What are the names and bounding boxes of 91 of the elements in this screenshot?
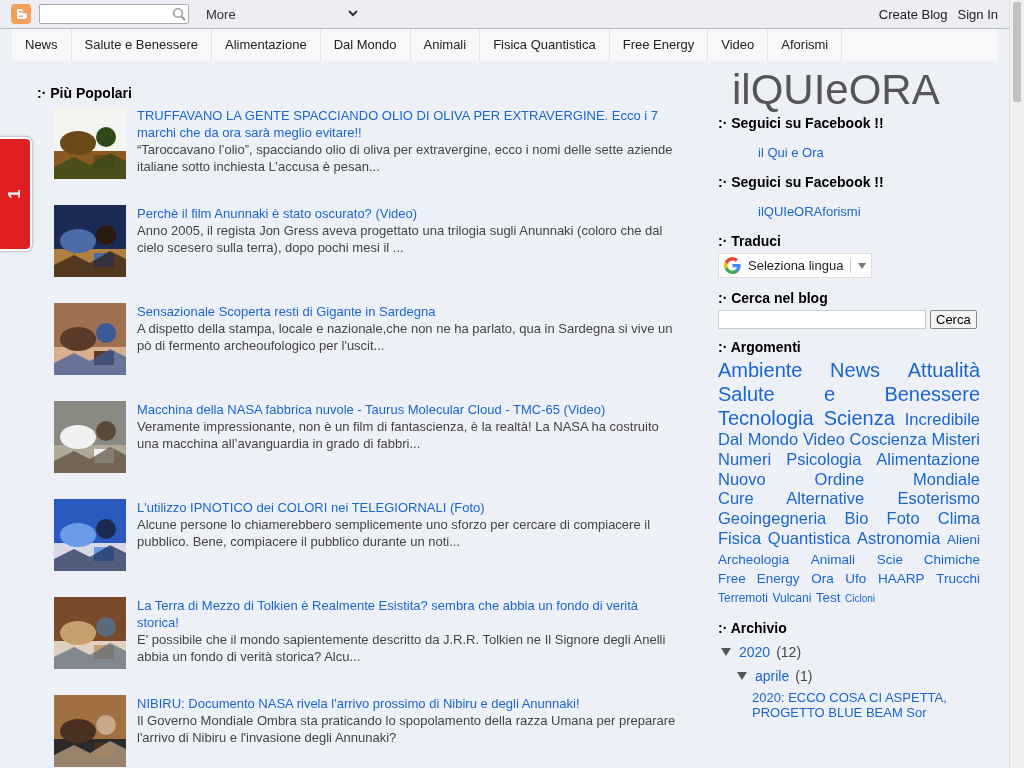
facebook-link[interactable]: ilQUIeORAforismi	[718, 204, 980, 219]
label-link[interactable]: Dal Mondo	[718, 430, 799, 448]
label-link[interactable]: Fisica Quantistica	[718, 529, 851, 547]
label-link[interactable]: Ora	[811, 570, 834, 586]
post-title-link[interactable]: NIBIRU: Documento NASA rivela l'arrivo prossimo di Nibiru e degli Anunnaki!	[137, 695, 683, 712]
post-title-link[interactable]: Macchina della NASA fabbrica nuvole - Taurus Molecular Cloud - TMC-65 (Video)	[137, 401, 683, 418]
label-link[interactable]: Alimentazione	[876, 449, 980, 468]
side-share-tab[interactable]: 1	[0, 137, 32, 251]
post-snippet: “Taroccavano l’olio”, spacciando olio di oliva per extravergine, ecco i nomi delle sette aziende italiane sotto inchiesta L’accusa è pesan...	[137, 141, 674, 175]
menu-tab[interactable]: Salute e Benessere	[71, 29, 212, 61]
label-link[interactable]: Coscienza	[849, 430, 927, 448]
navbar-link[interactable]: Create Blog	[878, 6, 948, 22]
widget-heading: :· Argomenti	[718, 339, 802, 355]
label-link[interactable]: Terremoti	[718, 591, 768, 606]
search-button[interactable]: Cerca	[930, 310, 977, 329]
menu-tab[interactable]: Aforismi	[768, 29, 843, 61]
menu-tab[interactable]: Alimentazione	[212, 29, 321, 61]
widget-heading: :· Traduci	[718, 233, 782, 249]
label-link[interactable]: Geoingegneria	[718, 509, 827, 528]
label-link[interactable]: HAARP	[878, 570, 925, 586]
post-snippet: A dispetto della stampa, locale e nazionale,che non ne ha parlato, qua in Sardegna si vive un pò di fermento archeoufologico per l'uscit...	[137, 320, 674, 354]
post-count: (1)	[795, 668, 813, 685]
scrollbar-thumb[interactable]	[1013, 2, 1021, 102]
language-select[interactable]: Seleziona lingua	[718, 253, 873, 278]
label-link[interactable]: Archeologia	[718, 551, 790, 567]
label-link[interactable]: Scie Chimiche	[876, 551, 980, 567]
google-g-icon	[724, 257, 741, 274]
menu-tab[interactable]: Animali	[410, 29, 481, 61]
post-snippet: Il Governo Mondiale Ombra sta praticando lo spopolamento della razza Umana per preparare l'arrivo di Nibiru e l'invasione degli Annunaki?	[137, 712, 677, 746]
search-field[interactable]	[39, 4, 189, 24]
chevron-down-icon[interactable]	[347, 10, 358, 18]
post-snippet: Alcune persone lo chiamerebbero semplicemente uno sforzo per cercare di compiacere il pubblico. Bene, compiacere il pubblico durante un noti...	[137, 516, 652, 550]
menu-tab[interactable]: News	[12, 29, 72, 61]
label-link[interactable]: Ufo	[845, 570, 867, 586]
scrollbar[interactable]	[1009, 0, 1024, 768]
post-title-link[interactable]: Sensazionale Scoperta resti di Gigante in Sardegna	[137, 303, 683, 320]
label-link[interactable]: Cure Alternative	[718, 489, 865, 508]
blogger-logo-icon[interactable]	[11, 4, 31, 24]
label-link[interactable]: Test	[815, 590, 841, 606]
widget-heading: :· Cerca nel blog	[718, 290, 829, 306]
post-snippet: E' possibile che il mondo sapientemente descritto da J.R.R. Tolkien ne Il Signore degli Anelli abbia un fondo di verità storica? Alcu...	[137, 631, 667, 665]
label-link[interactable]: Astronomia	[856, 529, 941, 547]
toggle-arrow-icon[interactable]	[737, 671, 747, 682]
archive-post-link[interactable]: 2020: ECCO COSA CI ASPETTA, PROGETTO BLUE BEAM Sor	[718, 690, 980, 721]
label-link[interactable]: Numeri	[718, 449, 772, 468]
section-heading: :· Più Popolari	[37, 85, 133, 101]
search-input[interactable]	[718, 310, 926, 329]
post-title-link[interactable]: L'utilizzo IPNOTICO dei COLORI nei TELEGIORNALI (Foto)	[137, 499, 683, 516]
widget-heading: :· Archivio	[718, 620, 788, 637]
label-link[interactable]: Nuovo Ordine Mondiale	[718, 469, 980, 488]
label-link[interactable]: Free Energy	[718, 570, 800, 586]
archive-year-link[interactable]: 2020	[739, 644, 771, 661]
post-title-link[interactable]: TRUFFAVANO LA GENTE SPACCIANDO OLIO DI OLIVA PER EXTRAVERGINE. Ecco i 7 marchi che da ora sarà meglio evitare!!	[137, 107, 683, 141]
label-link[interactable]: Ambiente	[718, 359, 803, 381]
label-link[interactable]: Clima	[937, 509, 980, 528]
toggle-arrow-icon[interactable]	[721, 647, 731, 658]
post-snippet: Veramente impressionante, non è un film di fantascienza, è la realtà! La NASA ha costruito una macchina all’avanguardia in grado di fabbri...	[137, 418, 660, 452]
blog-title[interactable]: ilQUIeORA	[718, 65, 980, 115]
label-link[interactable]: Incredibile	[904, 410, 980, 428]
post-title-link[interactable]: La Terra di Mezzo di Tolkien è Realmente Esistita? sembra che abbia un fondo di verità storica!	[137, 597, 683, 631]
menu-tab[interactable]: Fisica Quantistica	[480, 29, 610, 61]
menu-tab[interactable]: Free Energy	[609, 29, 709, 61]
search-icon[interactable]	[172, 7, 186, 21]
dropdown-arrow-icon	[858, 262, 867, 269]
label-link[interactable]: Salute e Benessere	[718, 383, 980, 405]
post-count: (12)	[776, 644, 802, 661]
navbar-link[interactable]: Sign In	[957, 6, 998, 22]
label-link[interactable]: Scienza	[823, 407, 895, 429]
label-link[interactable]: Alieni	[946, 532, 980, 547]
label-link[interactable]: News	[830, 359, 881, 381]
archive-month-link[interactable]: aprile	[755, 668, 790, 685]
widget-heading: :· Seguici su Facebook !!	[718, 115, 885, 131]
menu-tab[interactable]: Dal Mondo	[320, 29, 411, 61]
widget-heading: :· Seguici su Facebook !!	[718, 174, 885, 190]
label-link[interactable]: Foto	[886, 509, 920, 528]
label-link[interactable]: Vulcani	[772, 591, 812, 606]
label-link[interactable]: Trucchi	[936, 570, 980, 586]
post-title-link[interactable]: Perchè il film Anunnaki è stato oscurato? (Video)	[137, 205, 683, 222]
label-link[interactable]: Misteri	[931, 430, 980, 448]
label-link[interactable]: Attualità	[907, 359, 980, 381]
label-link[interactable]: Tecnologia	[718, 407, 814, 429]
label-link[interactable]: Animali	[810, 551, 856, 567]
post-snippet: Anno 2005, il regista Jon Gress aveva progettato una trilogia sugli Anunnaki (coloro che dal cielo scesero sulla terra), dopo pochi mesi il ...	[137, 222, 664, 256]
label-link[interactable]: Video	[802, 430, 845, 448]
menu-tab[interactable]: Video	[708, 29, 769, 61]
label-link[interactable]: Psicologia	[786, 449, 862, 468]
facebook-link[interactable]: il Qui e Ora	[718, 145, 980, 160]
label-link[interactable]: Cicloni	[845, 593, 876, 605]
label-link[interactable]: Esoterismo	[897, 489, 980, 508]
label-link[interactable]: Bio	[844, 509, 869, 528]
more-menu[interactable]: More	[206, 6, 236, 22]
